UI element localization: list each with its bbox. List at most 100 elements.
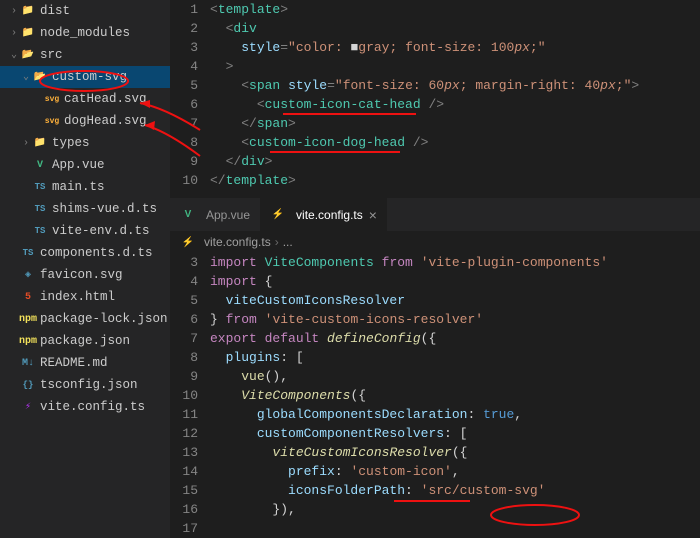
file-tree-item[interactable]: npm package-lock.json — [0, 308, 170, 330]
ts-icon: TS — [32, 223, 48, 239]
breadcrumb-more[interactable]: ... — [283, 235, 293, 249]
code-line[interactable]: }), — [210, 500, 700, 519]
line-number: 12 — [170, 424, 198, 443]
file-tree-item[interactable]: ◈ favicon.svg — [0, 264, 170, 286]
file-tree-item[interactable]: ⚡ vite.config.ts — [0, 396, 170, 418]
file-tree-item[interactable]: ›📁dist — [0, 0, 170, 22]
file-tree-item[interactable]: ⌄📂custom-svg — [0, 66, 170, 88]
tab-bar[interactable]: VApp.vue⚡vite.config.ts× — [170, 197, 700, 231]
line-number: 10 — [170, 386, 198, 405]
code-line[interactable]: viteCustomIconsResolver — [210, 291, 700, 310]
editor-pane-top[interactable]: 12345678910 <template> <div style="color… — [170, 0, 700, 197]
gutter: 12345678910 — [170, 0, 210, 197]
md-icon: M↓ — [20, 355, 36, 371]
code-line[interactable]: prefix: 'custom-icon', — [210, 462, 700, 481]
code-line[interactable]: import ViteComponents from 'vite-plugin-… — [210, 253, 700, 272]
file-tree-item[interactable]: ›📁node_modules — [0, 22, 170, 44]
file-name: src — [40, 48, 63, 62]
file-name: README.md — [40, 356, 108, 370]
file-name: favicon.svg — [40, 268, 123, 282]
code-line[interactable]: style="color: ■gray; font-size: 100px;" — [210, 38, 700, 57]
file-name: main.ts — [52, 180, 105, 194]
file-tree-item[interactable]: TScomponents.d.ts — [0, 242, 170, 264]
file-name: shims-vue.d.ts — [52, 202, 157, 216]
chevron-icon: › — [8, 28, 20, 39]
code-line[interactable]: <custom-icon-cat-head /> — [210, 95, 700, 114]
line-number: 5 — [170, 76, 198, 95]
ico-icon: ◈ — [20, 267, 36, 283]
file-tree-item[interactable]: ⌄📂src — [0, 44, 170, 66]
chevron-right-icon: › — [275, 235, 279, 249]
file-name: package-lock.json — [40, 312, 168, 326]
code-line[interactable]: customComponentResolvers: [ — [210, 424, 700, 443]
file-tree-item[interactable]: svgcatHead.svg — [0, 88, 170, 110]
vue-icon: V — [180, 207, 196, 223]
vite-icon: ⚡ — [270, 207, 286, 223]
file-name: vite-env.d.ts — [52, 224, 150, 238]
code-line[interactable]: plugins: [ — [210, 348, 700, 367]
code-line[interactable]: } from 'vite-custom-icons-resolver' — [210, 310, 700, 329]
chevron-icon: ⌄ — [8, 49, 20, 61]
file-tree-item[interactable]: TS vite-env.d.ts — [0, 220, 170, 242]
close-icon[interactable]: × — [369, 207, 377, 223]
code-area[interactable]: import ViteComponents from 'vite-plugin-… — [210, 253, 700, 538]
code-line[interactable]: </template> — [210, 171, 700, 190]
code-line[interactable]: </span> — [210, 114, 700, 133]
html-icon: 5 — [20, 289, 36, 305]
line-number: 15 — [170, 481, 198, 500]
vite-icon: ⚡ — [20, 399, 36, 415]
json-icon: npm — [20, 311, 36, 327]
code-line[interactable]: globalComponentsDeclaration: true, — [210, 405, 700, 424]
ts-icon: TS — [20, 245, 36, 261]
code-line[interactable]: > — [210, 57, 700, 76]
file-tree-item[interactable]: TSmain.ts — [0, 176, 170, 198]
file-tree-item[interactable]: 5index.html — [0, 286, 170, 308]
file-tree-item[interactable]: ›📁types — [0, 132, 170, 154]
file-tree-item[interactable]: {} tsconfig.json — [0, 374, 170, 396]
line-number: 4 — [170, 57, 198, 76]
line-number: 6 — [170, 95, 198, 114]
line-number: 6 — [170, 310, 198, 329]
line-number: 5 — [170, 291, 198, 310]
code-line[interactable]: import { — [210, 272, 700, 291]
file-tree-item[interactable]: svgdogHead.svg — [0, 110, 170, 132]
ts-icon: {} — [20, 377, 36, 393]
editor-pane-bottom[interactable]: 34567891011121314151617 import ViteCompo… — [170, 253, 700, 538]
vue-icon: V — [32, 157, 48, 173]
breadcrumb[interactable]: ⚡ vite.config.ts › ... — [170, 231, 700, 253]
line-number: 8 — [170, 348, 198, 367]
code-line[interactable]: <div — [210, 19, 700, 38]
breadcrumb-file[interactable]: vite.config.ts — [204, 235, 271, 249]
file-tree-item[interactable]: VApp.vue — [0, 154, 170, 176]
editor-tab[interactable]: VApp.vue — [170, 198, 260, 231]
file-tree-item[interactable]: TSshims-vue.d.ts — [0, 198, 170, 220]
line-number: 1 — [170, 0, 198, 19]
file-name: dist — [40, 4, 70, 18]
file-name: custom-svg — [52, 70, 127, 84]
code-line[interactable]: <template> — [210, 0, 700, 19]
file-tree-item[interactable]: M↓ README.md — [0, 352, 170, 374]
file-name: catHead.svg — [64, 92, 147, 106]
code-line[interactable]: vue(), — [210, 367, 700, 386]
line-number: 7 — [170, 329, 198, 348]
vite-icon: ⚡ — [180, 234, 196, 250]
code-area[interactable]: <template> <div style="color: ■gray; fon… — [210, 0, 700, 197]
file-name: vite.config.ts — [40, 400, 145, 414]
line-number: 16 — [170, 500, 198, 519]
chevron-icon: ⌄ — [20, 71, 32, 83]
code-line[interactable]: <span style="font-size: 60px; margin-rig… — [210, 76, 700, 95]
file-name: package.json — [40, 334, 130, 348]
file-explorer[interactable]: ›📁dist›📁node_modules⌄📂src⌄📂custom-svgsvg… — [0, 0, 170, 538]
code-line[interactable]: </div> — [210, 152, 700, 171]
code-line[interactable]: export default defineConfig({ — [210, 329, 700, 348]
code-line[interactable]: <custom-icon-dog-head /> — [210, 133, 700, 152]
code-line[interactable]: viteCustomIconsResolver({ — [210, 443, 700, 462]
folder-icon: 📁 — [20, 25, 36, 41]
folder-icon: 📁 — [20, 3, 36, 19]
code-line[interactable]: ViteComponents({ — [210, 386, 700, 405]
line-number: 14 — [170, 462, 198, 481]
code-line[interactable]: iconsFolderPath: 'src/custom-svg' — [210, 481, 700, 500]
editor-tab[interactable]: ⚡vite.config.ts× — [260, 198, 387, 231]
file-name: tsconfig.json — [40, 378, 138, 392]
file-tree-item[interactable]: npmpackage.json — [0, 330, 170, 352]
